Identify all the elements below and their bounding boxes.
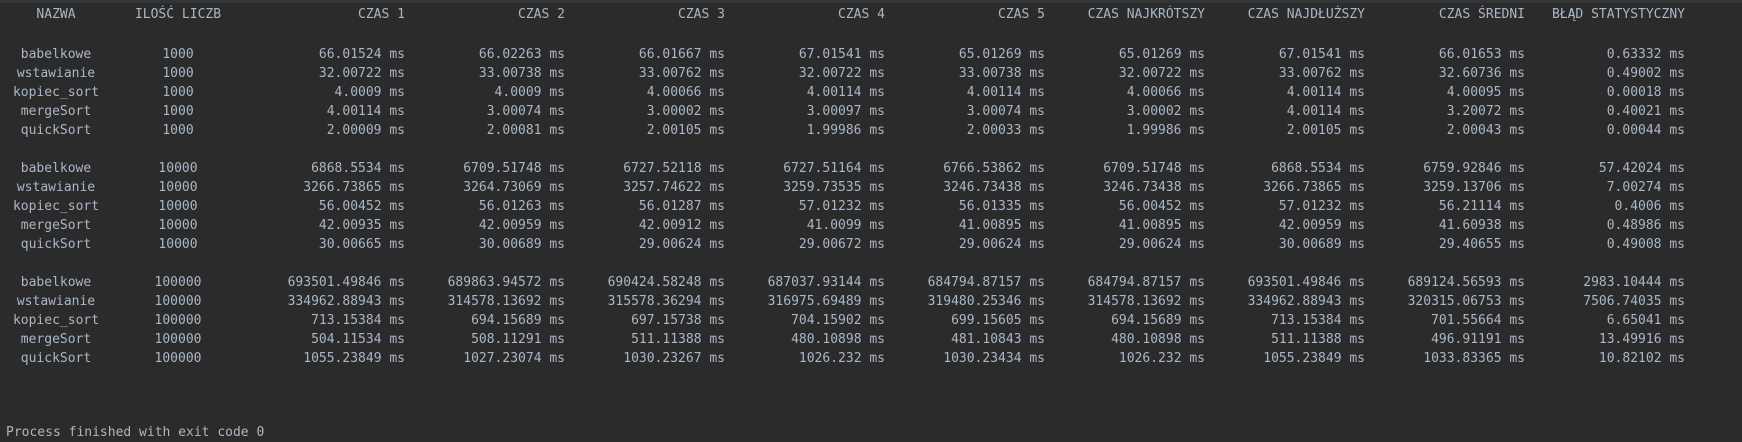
cell-name: mergeSort (20, 218, 92, 233)
cell-name: wstawianie (16, 66, 96, 81)
table-row: babelkowe 100000 693501.49846 ms 689863.945… (0, 272, 1742, 293)
process-exit-message: Process finished with exit code 0 (6, 425, 265, 440)
table-row: babelkowe 10000 6868.5534 ms 6709.51748 ms 6… (0, 158, 1742, 179)
cell-name: wstawianie (16, 294, 96, 309)
cell-name: quickSort (20, 123, 92, 138)
table-row: kopiec_sort 100000 713.15384 ms 694.15689 m… (0, 310, 1742, 331)
cell-err: 7.00274 ms (1606, 180, 1685, 195)
cell-name: babelkowe (20, 275, 92, 290)
table-row: wstawianie 10000 3266.73865 ms 3264.73069 m… (0, 177, 1742, 198)
cell-err: 6.65041 ms (1606, 313, 1685, 328)
table-row: babelkowe 1000 66.01524 ms 66.02263 ms 66.01… (0, 44, 1742, 65)
cell-err: 2983.10444 ms (1583, 275, 1685, 290)
table-header: NAZWA ILOŚĆ LICZB CZAS 1 CZAS 2 CZAS 3 CZAS 4… (0, 4, 1742, 25)
table-row: mergeSort 10000 42.00935 ms 42.00959 ms 42.0… (0, 215, 1742, 236)
cell-name: babelkowe (20, 161, 92, 176)
table-row: mergeSort 100000 504.11534 ms 508.11291 ms 5… (0, 329, 1742, 350)
cell-name: wstawianie (16, 180, 96, 195)
table-row: wstawianie 1000 32.00722 ms 33.00738 ms 33.0… (0, 63, 1742, 84)
cell-err: 57.42024 ms (1598, 161, 1685, 176)
cell-err: 0.48986 ms (1606, 218, 1685, 233)
cell-err: 7506.74035 ms (1583, 294, 1685, 309)
cell-err: 0.00018 ms (1606, 85, 1685, 100)
cell-err: 0.49002 ms (1606, 66, 1685, 81)
table-row: kopiec_sort 10000 56.00452 ms 56.01263 ms 56… (0, 196, 1742, 217)
cell-name: mergeSort (20, 332, 92, 347)
cell-err: 0.40021 ms (1606, 104, 1685, 119)
cell-err: 13.49916 ms (1598, 332, 1685, 347)
cell-name: quickSort (20, 237, 92, 252)
table-row: kopiec_sort 1000 4.0009 ms 4.0009 ms 4.00066… (0, 82, 1742, 103)
cell-name: kopiec_sort (12, 85, 100, 100)
header-name: NAZWA (36, 7, 76, 22)
cell-err: 10.82102 ms (1598, 351, 1685, 366)
console-output: { "headers": { "name": "NAZWA", "count":… (0, 0, 1742, 442)
cell-err: 0.49008 ms (1606, 237, 1685, 252)
table-row: quickSort 1000 2.00009 ms 2.00081 ms 2.00105… (0, 120, 1742, 141)
table-row: quickSort 100000 1055.23849 ms 1027.23074 m… (0, 348, 1742, 369)
cell-name: kopiec_sort (12, 313, 100, 328)
table-row: mergeSort 1000 4.00114 ms 3.00074 ms 3.00002… (0, 101, 1742, 122)
cell-name: quickSort (20, 351, 92, 366)
table-row: quickSort 10000 30.00665 ms 30.00689 ms 29.0… (0, 234, 1742, 255)
cell-name: kopiec_sort (12, 199, 100, 214)
cell-err: 0.4006 ms (1614, 199, 1685, 214)
table-row: wstawianie 100000 334962.88943 ms 314578.13… (0, 291, 1742, 312)
header-err: BŁĄD STATYSTYCZNY (1551, 7, 1685, 22)
cell-err: 0.00044 ms (1606, 123, 1685, 138)
top-edge-strip (0, 0, 1742, 3)
cell-err: 0.63332 ms (1606, 47, 1685, 62)
cell-name: babelkowe (20, 47, 92, 62)
cell-name: mergeSort (20, 104, 92, 119)
